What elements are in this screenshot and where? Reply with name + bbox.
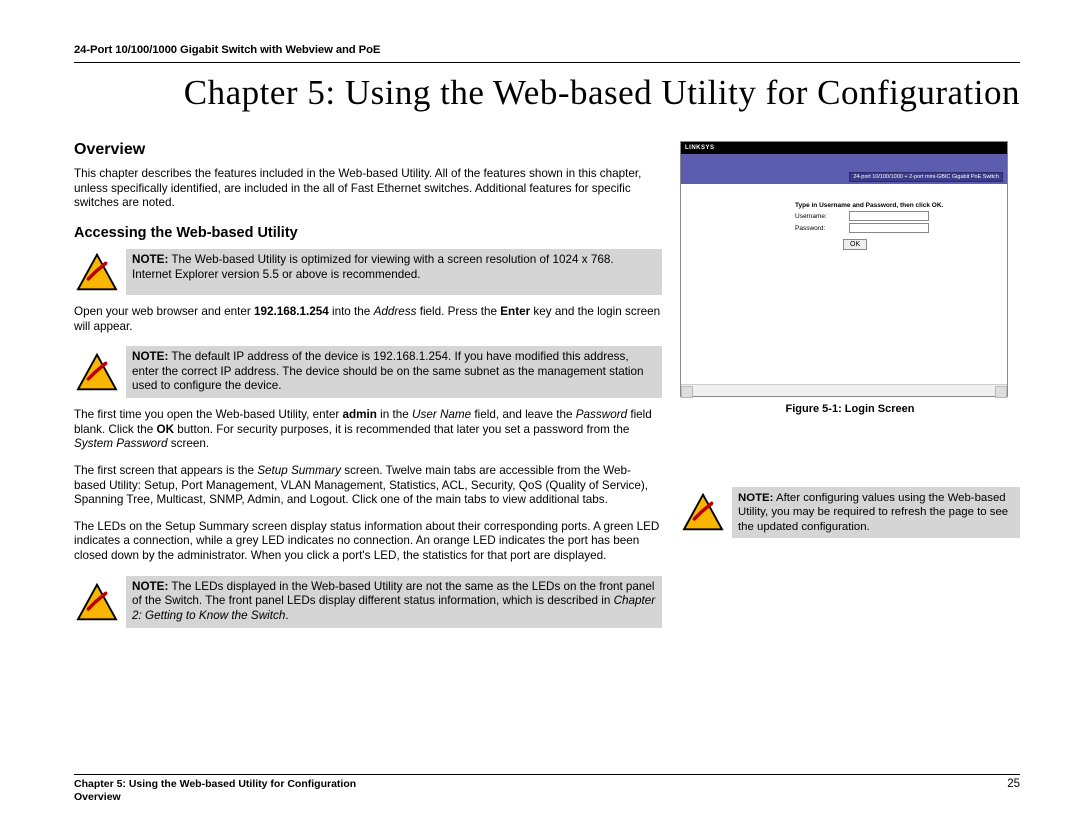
chapter-title: Chapter 5: Using the Web-based Utility f… [74,73,1020,113]
figure-username-input[interactable] [849,211,929,221]
footer-left: Chapter 5: Using the Web-based Utility f… [74,778,356,804]
figure-username-label: Username: [795,213,843,220]
figure-prompt: Type in Username and Password, then clic… [795,202,997,209]
figure-scrollbar [681,384,1007,396]
figure-caption: Figure 5-1: Login Screen [680,403,1020,415]
first-login-paragraph: The first time you open the Web-based Ut… [74,408,662,452]
header-divider [74,62,1020,63]
right-column: LINKSYS 24-port 10/100/1000 + 2-port min… [680,141,1020,638]
figure-ok-button[interactable]: OK [843,239,867,250]
warning-icon [74,249,126,295]
figure-body: Type in Username and Password, then clic… [681,184,1007,304]
note-refresh-text: NOTE: After configuring values using the… [732,487,1020,538]
note-resolution-text: NOTE: The Web-based Utility is optimized… [126,249,662,295]
note-leds-text: NOTE: The LEDs displayed in the Web-base… [126,576,662,628]
figure-brand-bar: LINKSYS [681,142,1007,154]
open-browser-paragraph: Open your web browser and enter 192.168.… [74,305,662,334]
page-header-product: 24-Port 10/100/1000 Gigabit Switch with … [74,44,1020,56]
figure-banner-bar: 24-port 10/100/1000 + 2-port mini-GBIC G… [681,154,1007,184]
warning-icon [680,487,732,538]
note-refresh: NOTE: After configuring values using the… [680,487,1020,538]
note-resolution: NOTE: The Web-based Utility is optimized… [74,249,662,295]
overview-paragraph: This chapter describes the features incl… [74,167,662,211]
setup-summary-paragraph: The first screen that appears is the Set… [74,464,662,508]
warning-icon [74,346,126,398]
figure-password-label: Password: [795,225,843,232]
note-default-ip-text: NOTE: The default IP address of the devi… [126,346,662,398]
left-column: Overview This chapter describes the feat… [74,141,662,638]
figure-password-input[interactable] [849,223,929,233]
footer-page-number: 25 [1007,778,1020,804]
login-screen-figure: LINKSYS 24-port 10/100/1000 + 2-port min… [680,141,1008,397]
note-leds: NOTE: The LEDs displayed in the Web-base… [74,576,662,628]
access-heading: Accessing the Web-based Utility [74,225,662,241]
warning-icon [74,576,126,628]
overview-heading: Overview [74,141,662,159]
leds-paragraph: The LEDs on the Setup Summary screen dis… [74,520,662,564]
note-default-ip: NOTE: The default IP address of the devi… [74,346,662,398]
footer-divider [74,774,1020,775]
page-footer: Chapter 5: Using the Web-based Utility f… [74,774,1020,804]
